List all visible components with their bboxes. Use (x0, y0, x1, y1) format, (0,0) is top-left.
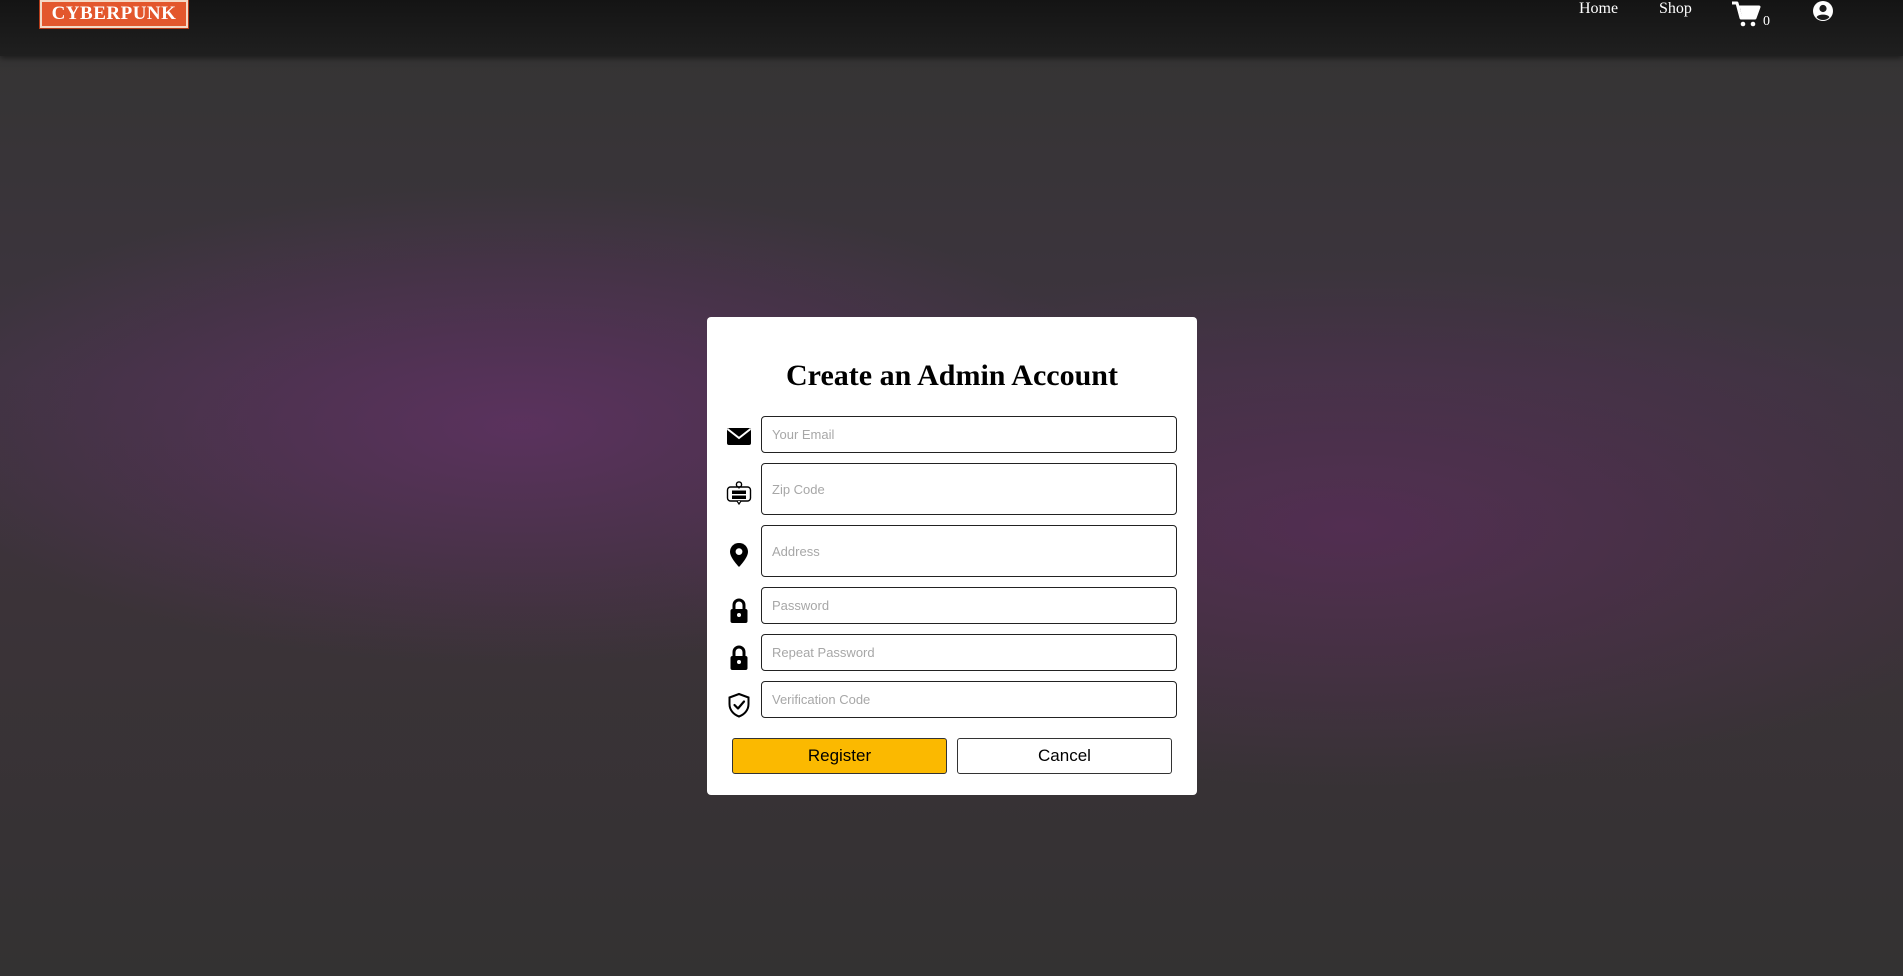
top-navbar: CYBERPUNK Home Shop 0 (0, 0, 1903, 56)
modal-title: Create an Admin Account (786, 359, 1118, 392)
account-button[interactable] (1812, 0, 1834, 22)
cart-icon (1732, 1, 1761, 27)
password-field[interactable] (761, 587, 1177, 624)
brand-logo[interactable]: CYBERPUNK (39, 0, 189, 29)
zip-code-icon (726, 480, 752, 506)
cart-button[interactable]: 0 (1731, 0, 1771, 30)
repeat-password-field[interactable] (761, 634, 1177, 671)
address-field[interactable] (761, 525, 1177, 577)
nav-home-link[interactable]: Home (1579, 0, 1618, 18)
email-field[interactable] (761, 416, 1177, 453)
verification-code-field[interactable] (761, 681, 1177, 718)
register-button[interactable]: Register (732, 738, 947, 774)
register-admin-modal: Create an Admin Account Register Cancel (707, 317, 1197, 795)
lock-icon (726, 645, 752, 671)
nav-shop-link[interactable]: Shop (1659, 0, 1692, 18)
map-pin-icon (726, 542, 752, 568)
shield-check-icon (726, 692, 752, 718)
zip-code-field[interactable] (761, 463, 1177, 515)
envelope-icon (726, 423, 752, 449)
cancel-button[interactable]: Cancel (957, 738, 1172, 774)
user-circle-icon (1813, 1, 1833, 21)
lock-icon (726, 598, 752, 624)
cart-count-badge: 0 (1763, 14, 1770, 29)
